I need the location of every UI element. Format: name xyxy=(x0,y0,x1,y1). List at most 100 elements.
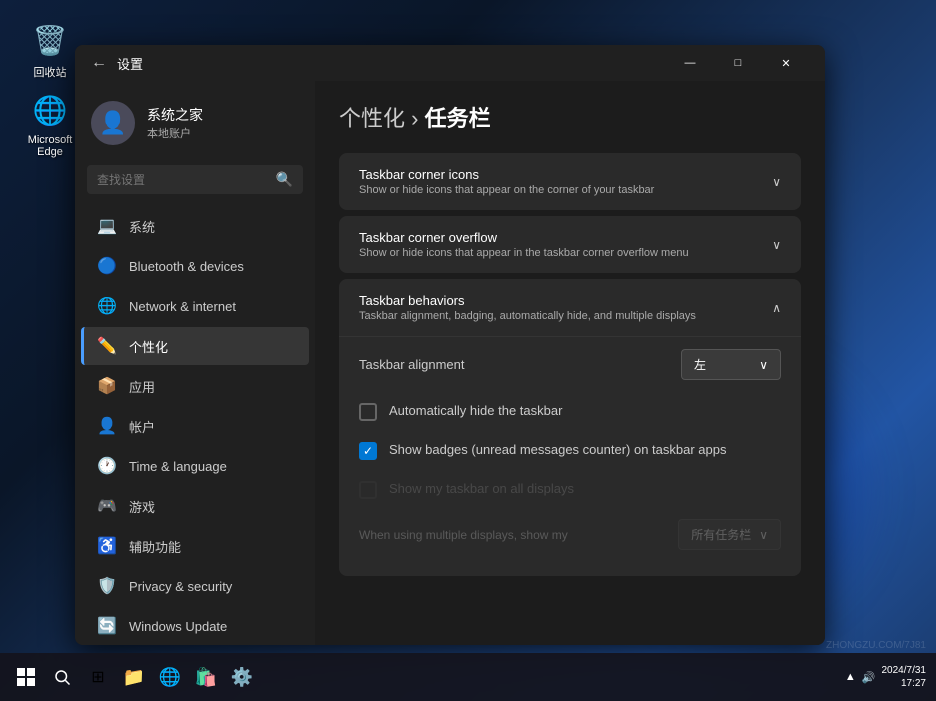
page-header: 个性化 › 任务栏 xyxy=(339,101,801,133)
card-corner-overflow-desc: Show or hide icons that appear in the ta… xyxy=(359,247,689,259)
sidebar-search: 🔍 xyxy=(87,165,303,194)
user-info: 系统之家 本地账户 xyxy=(147,105,203,141)
page-title: 任务栏 xyxy=(425,106,491,131)
all-displays-checkbox xyxy=(359,481,377,499)
desktop: 🗑️ 回收站 🌐 Microsoft Edge ← 设置 — □ ✕ 👤 xyxy=(0,0,936,701)
auto-hide-label: Automatically hide the taskbar xyxy=(389,402,562,420)
card-corner-icons-header[interactable]: Taskbar corner icons Show or hide icons … xyxy=(339,153,801,210)
alignment-label: Taskbar alignment xyxy=(359,357,465,372)
sidebar-item-gaming[interactable]: 🎮 游戏 xyxy=(81,487,309,525)
multi-display-label: When using multiple displays, show my xyxy=(359,528,568,542)
chevron-down-icon-2: ∨ xyxy=(772,238,781,252)
badges-checkbox[interactable]: ✓ xyxy=(359,442,377,460)
sidebar-item-system[interactable]: 💻 系统 xyxy=(81,207,309,245)
sidebar: 👤 系统之家 本地账户 🔍 💻 系统 🔵 xyxy=(75,81,315,645)
auto-hide-checkbox[interactable] xyxy=(359,403,377,421)
breadcrumb: 个性化 › 任务栏 xyxy=(339,101,801,133)
settings-window: ← 设置 — □ ✕ 👤 系统之家 本地账户 xyxy=(75,45,825,645)
sidebar-item-bluetooth[interactable]: 🔵 Bluetooth & devices xyxy=(81,247,309,285)
edge-image: 🌐 xyxy=(30,90,70,130)
avatar: 👤 xyxy=(91,101,135,145)
card-behaviors-body: Taskbar alignment 左 ∨ Automatically hide… xyxy=(339,336,801,576)
settings-body: 👤 系统之家 本地账户 🔍 💻 系统 🔵 xyxy=(75,81,825,645)
badges-label: Show badges (unread messages counter) on… xyxy=(389,441,726,459)
search-input[interactable] xyxy=(97,173,268,187)
system-icon: 💻 xyxy=(97,216,117,236)
all-displays-row: Show my taskbar on all displays xyxy=(359,470,781,509)
all-displays-label: Show my taskbar on all displays xyxy=(389,480,574,498)
multi-display-value: 所有任务栏 xyxy=(691,526,751,543)
sidebar-item-accessibility[interactable]: ♿ 辅助功能 xyxy=(81,527,309,565)
update-icon: 🔄 xyxy=(97,616,117,636)
card-corner-overflow-header[interactable]: Taskbar corner overflow Show or hide ico… xyxy=(339,216,801,273)
card-corner-icons-desc: Show or hide icons that appear on the co… xyxy=(359,184,654,196)
accessibility-icon: ♿ xyxy=(97,536,117,556)
card-corner-icons-text: Taskbar corner icons Show or hide icons … xyxy=(359,167,654,196)
sidebar-item-network[interactable]: 🌐 Network & internet xyxy=(81,287,309,325)
title-bar: ← 设置 — □ ✕ xyxy=(75,45,825,81)
sidebar-item-apps[interactable]: 📦 应用 xyxy=(81,367,309,405)
system-tray: ▲ xyxy=(845,671,856,683)
network-label: Network & internet xyxy=(129,299,236,314)
alignment-dropdown[interactable]: 左 ∨ xyxy=(681,349,781,380)
user-name: 系统之家 xyxy=(147,105,203,125)
recycle-bin-image: 🗑️ xyxy=(30,20,70,60)
chevron-up-icon: ∧ xyxy=(772,301,781,315)
user-type: 本地账户 xyxy=(147,125,203,141)
bluetooth-icon: 🔵 xyxy=(97,256,117,276)
taskbar-right: ▲ 🔊 2024/7/3117:27 xyxy=(845,664,926,690)
gaming-label: 游戏 xyxy=(129,497,155,516)
dropdown-chevron-icon: ∨ xyxy=(759,358,768,372)
time-label: Time & language xyxy=(129,459,227,474)
edge-taskbar[interactable]: 🌐 xyxy=(154,661,186,693)
minimize-button[interactable]: — xyxy=(667,47,713,79)
window-title: 设置 xyxy=(117,54,667,73)
settings-taskbar[interactable]: ⚙️ xyxy=(226,661,258,693)
accounts-icon: 👤 xyxy=(97,416,117,436)
update-label: Windows Update xyxy=(129,619,227,634)
sidebar-item-personalization[interactable]: ✏️ 个性化 xyxy=(81,327,309,365)
card-corner-icons: Taskbar corner icons Show or hide icons … xyxy=(339,153,801,210)
apps-icon: 📦 xyxy=(97,376,117,396)
store-taskbar[interactable]: 🛍️ xyxy=(190,661,222,693)
badges-row[interactable]: ✓ Show badges (unread messages counter) … xyxy=(359,431,781,470)
accessibility-label: 辅助功能 xyxy=(129,537,181,556)
card-corner-icons-title: Taskbar corner icons xyxy=(359,167,654,182)
sidebar-item-update[interactable]: 🔄 Windows Update xyxy=(81,607,309,645)
card-behaviors-header[interactable]: Taskbar behaviors Taskbar alignment, bad… xyxy=(339,279,801,336)
system-label: 系统 xyxy=(129,217,155,236)
gaming-icon: 🎮 xyxy=(97,496,117,516)
auto-hide-row[interactable]: Automatically hide the taskbar xyxy=(359,392,781,431)
personalization-label: 个性化 xyxy=(129,337,168,356)
close-button[interactable]: ✕ xyxy=(763,47,809,79)
network-icon: 🌐 xyxy=(97,296,117,316)
watermark: ZHONGZU.COM/7J81 xyxy=(826,640,926,651)
card-corner-overflow-title: Taskbar corner overflow xyxy=(359,230,689,245)
task-view-button[interactable]: ⊞ xyxy=(82,661,114,693)
multi-display-row: When using multiple displays, show my 所有… xyxy=(359,509,781,560)
taskbar-search-button[interactable] xyxy=(46,661,78,693)
card-corner-overflow-text: Taskbar corner overflow Show or hide ico… xyxy=(359,230,689,259)
card-behaviors: Taskbar behaviors Taskbar alignment, bad… xyxy=(339,279,801,576)
privacy-label: Privacy & security xyxy=(129,579,232,594)
sidebar-item-accounts[interactable]: 👤 帐户 xyxy=(81,407,309,445)
window-controls: — □ ✕ xyxy=(667,47,809,79)
user-profile[interactable]: 👤 系统之家 本地账户 xyxy=(75,89,315,157)
card-behaviors-text: Taskbar behaviors Taskbar alignment, bad… xyxy=(359,293,696,322)
sidebar-item-time[interactable]: 🕐 Time & language xyxy=(81,447,309,485)
start-button[interactable] xyxy=(10,661,42,693)
accounts-label: 帐户 xyxy=(129,417,155,436)
alignment-value: 左 xyxy=(694,356,706,373)
search-icon: 🔍 xyxy=(276,171,293,188)
alignment-row: Taskbar alignment 左 ∨ xyxy=(359,337,781,392)
card-behaviors-title: Taskbar behaviors xyxy=(359,293,696,308)
sidebar-item-privacy[interactable]: 🛡️ Privacy & security xyxy=(81,567,309,605)
card-corner-overflow: Taskbar corner overflow Show or hide ico… xyxy=(339,216,801,273)
card-behaviors-desc: Taskbar alignment, badging, automaticall… xyxy=(359,310,696,322)
back-button[interactable]: ← xyxy=(91,54,107,72)
multi-display-dropdown: 所有任务栏 ∨ xyxy=(678,519,781,550)
privacy-icon: 🛡️ xyxy=(97,576,117,596)
time-icon: 🕐 xyxy=(97,456,117,476)
maximize-button[interactable]: □ xyxy=(715,47,761,79)
file-explorer-taskbar[interactable]: 📁 xyxy=(118,661,150,693)
